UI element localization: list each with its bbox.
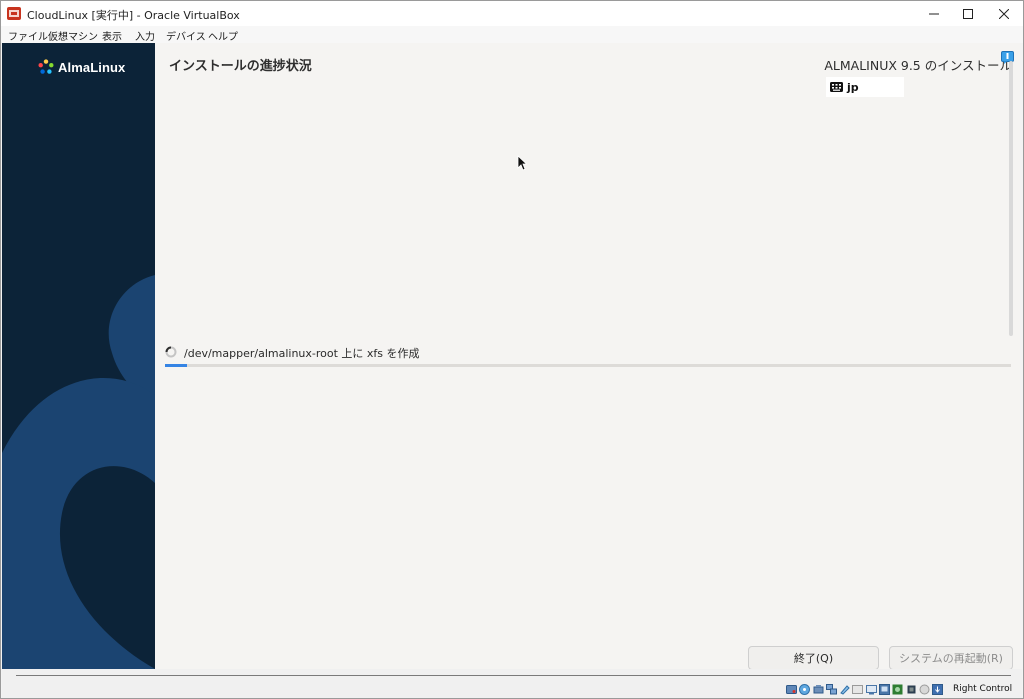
close-button[interactable] bbox=[987, 1, 1021, 26]
menu-machine[interactable]: 仮想マシン bbox=[48, 28, 98, 43]
window-title: CloudLinux [実行中] - Oracle VirtualBox bbox=[27, 9, 240, 22]
optical-drive-icon[interactable] bbox=[799, 684, 811, 695]
almalinux-logo: AlmaLinux bbox=[38, 59, 125, 75]
menu-bar: ファイル 仮想マシン 表示 入力 デバイス ヘルプ bbox=[1, 26, 1023, 43]
mouse-integration-icon[interactable] bbox=[919, 684, 930, 695]
audio-icon[interactable] bbox=[813, 684, 824, 695]
installer-sidebar: AlmaLinux bbox=[2, 43, 155, 669]
status-icons bbox=[786, 683, 946, 696]
progress-bar-fill bbox=[165, 364, 187, 367]
cpu-icon[interactable] bbox=[906, 684, 917, 695]
minimize-icon bbox=[929, 13, 939, 14]
menu-devices[interactable]: デバイス bbox=[166, 28, 206, 43]
keyboard-icon bbox=[830, 82, 843, 92]
menu-file[interactable]: ファイル bbox=[8, 28, 48, 43]
vm-display[interactable]: AlmaLinux インストールの進捗状況 ALMALINUX 9.5 のインス… bbox=[2, 43, 1020, 669]
keyboard-layout-indicator[interactable]: jp bbox=[826, 77, 904, 97]
virtualbox-window: CloudLinux [実行中] - Oracle VirtualBox ファイ… bbox=[0, 0, 1024, 699]
maximize-button[interactable] bbox=[951, 1, 985, 26]
almalinux-logo-icon bbox=[38, 59, 54, 74]
minimize-button[interactable] bbox=[917, 1, 951, 26]
close-icon bbox=[999, 8, 1009, 19]
mouse-cursor-icon bbox=[517, 155, 527, 171]
keyboard-layout-label: jp bbox=[847, 80, 859, 94]
hard-disk-icon[interactable] bbox=[786, 684, 797, 695]
logo-text: AlmaLinux bbox=[58, 59, 126, 75]
maximize-icon bbox=[963, 8, 973, 19]
recording-icon[interactable] bbox=[892, 684, 903, 695]
scrollbar[interactable] bbox=[1009, 61, 1013, 336]
video-capture-icon[interactable] bbox=[879, 684, 891, 695]
menu-help[interactable]: ヘルプ bbox=[208, 28, 238, 43]
vm-status-bar: Right Control bbox=[2, 669, 1022, 698]
product-title: ALMALINUX 9.5 のインストール bbox=[824, 58, 1012, 73]
virtualbox-app-icon bbox=[7, 7, 21, 20]
progress-bar bbox=[165, 364, 1011, 367]
menu-input[interactable]: 入力 bbox=[135, 28, 155, 43]
page-title: インストールの進捗状況 bbox=[169, 59, 312, 74]
title-bar[interactable]: CloudLinux [実行中] - Oracle VirtualBox bbox=[1, 1, 1023, 26]
network-icon[interactable] bbox=[825, 684, 837, 695]
status-divider bbox=[16, 675, 1011, 676]
spinner-icon bbox=[165, 346, 177, 358]
keyboard-capture-icon[interactable] bbox=[932, 684, 944, 695]
host-key-label: Right Control bbox=[953, 684, 1013, 694]
sidebar-decoration bbox=[2, 275, 155, 669]
shared-folder-icon[interactable] bbox=[852, 684, 864, 695]
progress-status-text: /dev/mapper/almalinux-root 上に xfs を作成 bbox=[184, 347, 420, 360]
reboot-button[interactable]: システムの再起動(R) bbox=[889, 646, 1013, 669]
usb-icon[interactable] bbox=[839, 684, 850, 695]
display-icon[interactable] bbox=[865, 684, 877, 695]
menu-view[interactable]: 表示 bbox=[102, 28, 122, 43]
quit-button[interactable]: 終了(Q) bbox=[748, 646, 879, 669]
